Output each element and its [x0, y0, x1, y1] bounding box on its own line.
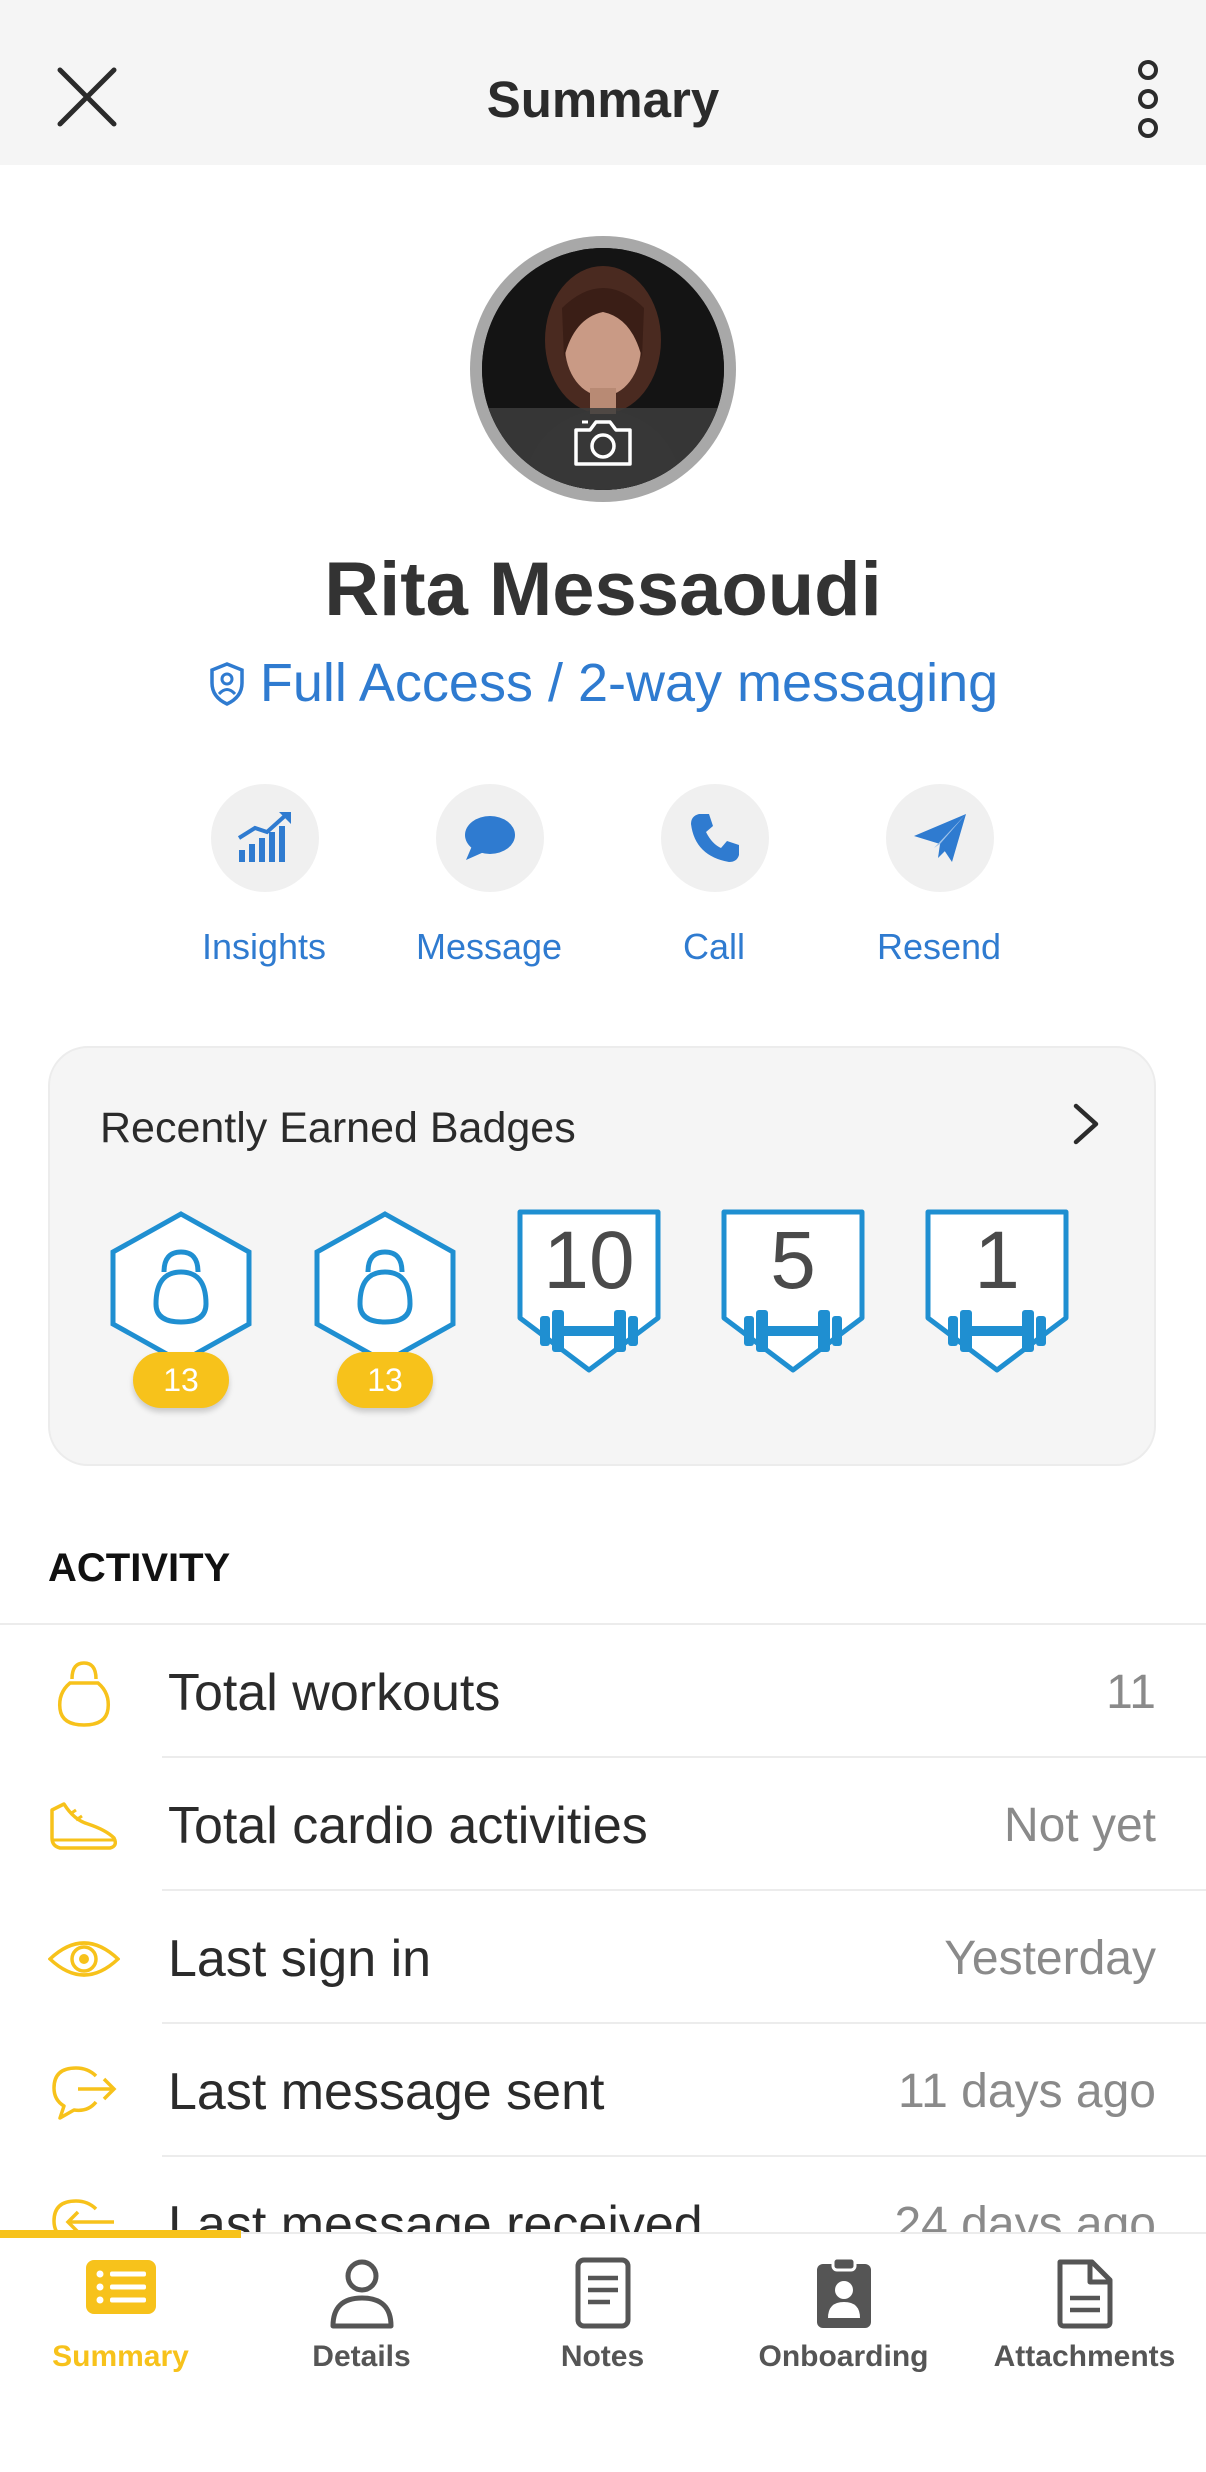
activity-row-last-message-sent[interactable]: Last message sent 11 days ago — [0, 2024, 1206, 2157]
row-label: Total workouts — [168, 1664, 501, 1722]
tab-label: Attachments — [993, 2340, 1176, 2373]
row-label: Last message sent — [168, 2063, 605, 2121]
tab-summary[interactable]: Summary — [0, 2234, 241, 2472]
insights-circle[interactable] — [211, 784, 319, 892]
row-label: Total cardio activities — [168, 1797, 648, 1855]
tab-label: Notes — [560, 2340, 645, 2373]
activity-row-cardio[interactable]: Total cardio activities Not yet — [0, 1758, 1206, 1891]
access-label: Full Access / 2-way messaging — [259, 653, 999, 713]
phone-icon — [691, 814, 739, 862]
recently-earned-badges-card[interactable]: Recently Earned Badges 13 13 10 5 1 — [48, 1046, 1156, 1466]
row-value: 11 — [1106, 1666, 1156, 1719]
call-label: Call — [682, 926, 745, 967]
row-value: 11 days ago — [898, 2065, 1156, 2118]
badge-kettlebell[interactable]: 13 — [310, 1208, 460, 1408]
person-icon — [330, 2259, 394, 2329]
document-icon — [1057, 2259, 1113, 2329]
more-vertical-icon[interactable] — [1128, 58, 1168, 140]
notes-icon — [575, 2257, 631, 2329]
eye-icon — [48, 1941, 120, 1977]
call-circle[interactable] — [661, 784, 769, 892]
user-name: Rita Messaoudi — [324, 547, 882, 632]
tab-label: Summary — [52, 2340, 189, 2373]
kettlebell-badge-icon — [314, 1211, 456, 1365]
badge-dumbbell[interactable]: 10 — [514, 1208, 664, 1408]
resend-circle[interactable] — [886, 784, 994, 892]
insights-chart-icon — [237, 812, 291, 862]
insights-label: Insights — [201, 926, 327, 967]
bottom-navigation: Summary Details Notes Onboarding Attachm… — [0, 2230, 1206, 2472]
badge-number: 5 — [770, 1215, 816, 1306]
chat-bubble-icon — [465, 816, 515, 860]
chevron-right-icon[interactable] — [1068, 1100, 1104, 1148]
badge-kettlebell[interactable]: 13 — [106, 1208, 256, 1408]
avatar[interactable] — [470, 236, 736, 502]
tab-label: Details — [312, 2340, 411, 2373]
badge-count: 13 — [337, 1352, 433, 1408]
activity-row-last-sign-in[interactable]: Last sign in Yesterday — [0, 1891, 1206, 2024]
top-bar: Summary — [0, 0, 1206, 165]
resend-button[interactable]: Resend — [829, 784, 1049, 974]
message-label: Message — [415, 926, 563, 967]
insights-button[interactable]: Insights — [154, 784, 374, 974]
kettlebell-badge-icon — [110, 1211, 252, 1365]
badge-dumbbell[interactable]: 5 — [718, 1208, 868, 1408]
row-value: Not yet — [1003, 1799, 1156, 1852]
avatar-photo — [482, 248, 724, 490]
message-out-icon — [52, 2066, 117, 2120]
kettlebell-icon — [57, 1661, 111, 1727]
tab-onboarding[interactable]: Onboarding — [723, 2234, 964, 2472]
clipboard-user-icon — [817, 2256, 871, 2328]
close-icon[interactable] — [52, 62, 122, 132]
activity-heading: ACTIVITY — [48, 1546, 231, 1590]
activity-row-total-workouts[interactable]: Total workouts 11 — [0, 1625, 1206, 1758]
message-button[interactable]: Message — [379, 784, 599, 974]
row-label: Last sign in — [168, 1930, 432, 1988]
shield-icon — [210, 662, 244, 706]
tab-label: Onboarding — [758, 2340, 929, 2373]
row-value: Yesterday — [944, 1932, 1156, 1985]
call-button[interactable]: Call — [604, 784, 824, 974]
badge-count: 13 — [133, 1352, 229, 1408]
access-level[interactable]: Full Access / 2-way messaging — [0, 652, 1206, 714]
sneaker-icon — [50, 1802, 118, 1850]
message-circle[interactable] — [436, 784, 544, 892]
list-icon — [86, 2260, 156, 2314]
resend-label: Resend — [876, 926, 1002, 967]
badges-title: Recently Earned Badges — [100, 1104, 576, 1152]
badge-number: 1 — [974, 1215, 1020, 1306]
tab-notes[interactable]: Notes — [482, 2234, 723, 2472]
page-title: Summary — [486, 71, 720, 128]
tab-attachments[interactable]: Attachments — [964, 2234, 1205, 2472]
paper-plane-icon — [914, 814, 966, 862]
tab-details[interactable]: Details — [241, 2234, 482, 2472]
badge-number: 10 — [543, 1215, 635, 1306]
badge-dumbbell[interactable]: 1 — [922, 1208, 1072, 1408]
camera-icon[interactable] — [570, 416, 636, 470]
